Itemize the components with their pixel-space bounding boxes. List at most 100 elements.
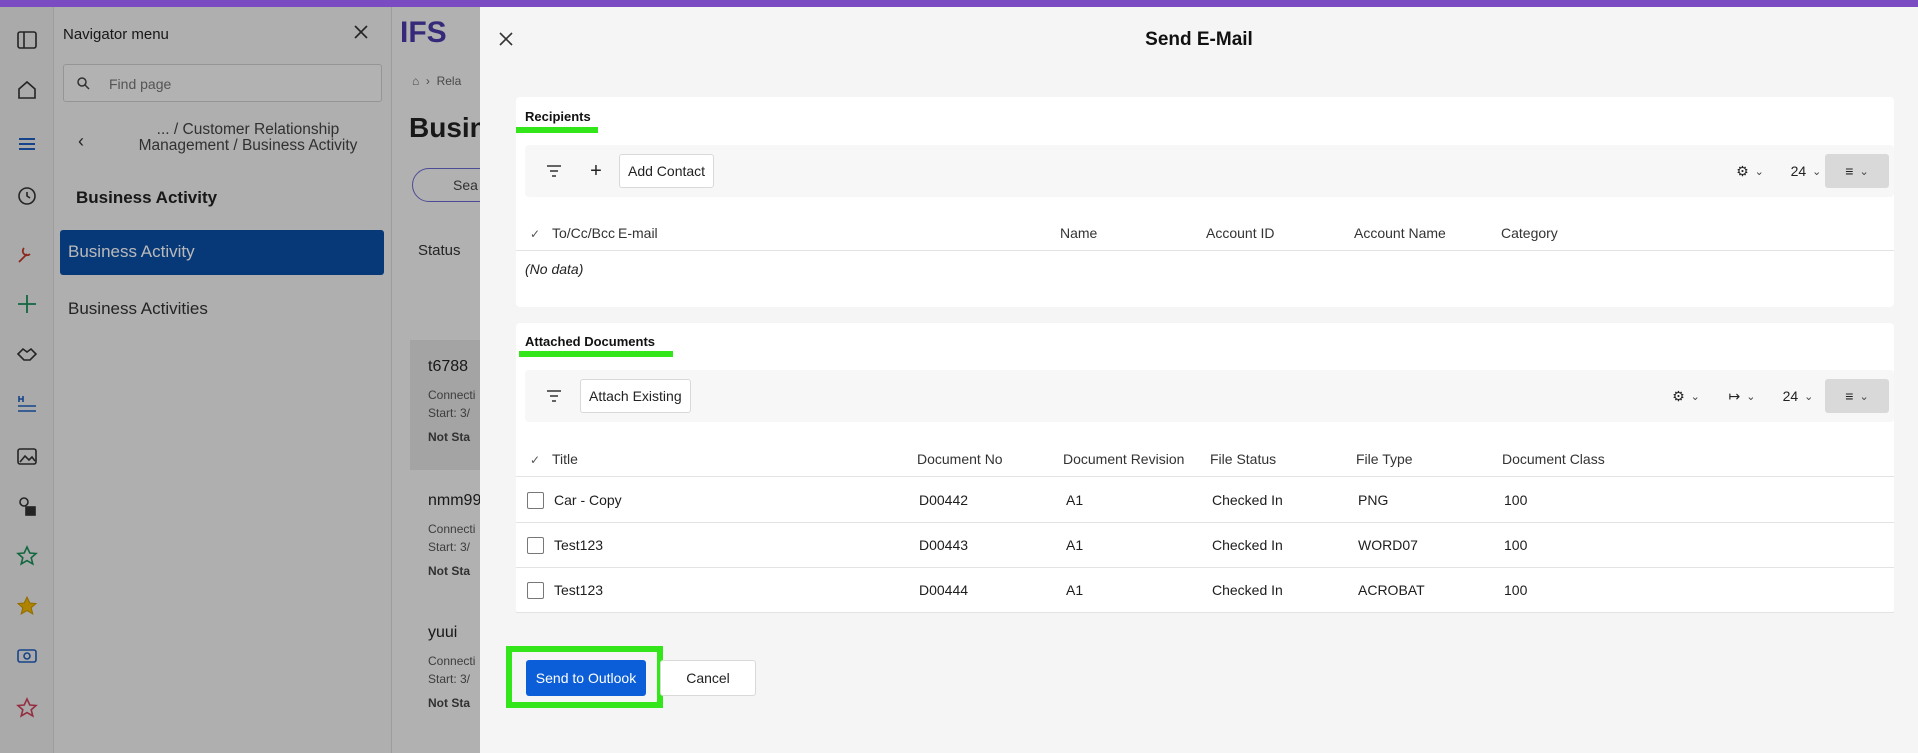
- cell-revision: A1: [1066, 492, 1084, 508]
- tools-icon[interactable]: [14, 241, 40, 267]
- sidebar-toggle-icon[interactable]: [14, 27, 40, 53]
- documents-header-row: ✓ Title Document No Document Revision Fi…: [516, 441, 1894, 477]
- background-status-filter: Status: [418, 242, 461, 259]
- column-header[interactable]: Title: [552, 451, 578, 467]
- menu-icon[interactable]: [14, 131, 40, 157]
- chevron-down-icon: ⌄: [1690, 390, 1700, 403]
- close-icon[interactable]: [350, 23, 372, 45]
- density-dropdown[interactable]: ≡ ⌄: [1825, 154, 1889, 188]
- navigator-panel: Navigator menu ‹ ... / Customer Relation…: [54, 7, 392, 753]
- add-icon[interactable]: +: [581, 154, 611, 188]
- cell-file-type: ACROBAT: [1358, 582, 1425, 598]
- background-crumb-text: Rela: [436, 74, 462, 88]
- settings-dropdown[interactable]: ⚙ ⌄: [1729, 154, 1771, 188]
- section-title: Business Activity: [76, 188, 218, 207]
- history-icon[interactable]: [14, 183, 40, 209]
- cell-file-type: PNG: [1358, 492, 1389, 508]
- column-header[interactable]: File Status: [1210, 451, 1276, 467]
- background-card-badge: Not Sta: [428, 430, 470, 444]
- select-all-check[interactable]: ✓: [530, 227, 540, 241]
- background-card-id: t6788: [428, 358, 469, 375]
- background-card-line: Connecti: [428, 388, 476, 402]
- star-filled-icon[interactable]: [14, 593, 40, 619]
- recipients-title: Recipients: [525, 109, 591, 124]
- top-accent-bar: [0, 0, 1918, 7]
- highlight-underline: [519, 351, 673, 357]
- handshake-icon[interactable]: [14, 341, 40, 367]
- row-checkbox[interactable]: [527, 537, 544, 554]
- cell-document-class: 100: [1504, 582, 1528, 598]
- ifs-logo: IFS: [400, 16, 447, 49]
- chevron-down-icon: ⌄: [1859, 165, 1869, 178]
- heading-icon[interactable]: [14, 391, 40, 417]
- nav-item-business-activity[interactable]: Business Activity: [60, 230, 384, 275]
- cell-file-type: WORD07: [1358, 537, 1418, 553]
- cell-title: Test123: [554, 537, 604, 553]
- column-header[interactable]: Account ID: [1206, 225, 1274, 241]
- filter-icon[interactable]: [539, 154, 569, 188]
- background-card-line: Connecti: [428, 654, 476, 668]
- column-header[interactable]: E-mail: [618, 225, 658, 241]
- select-all-check[interactable]: ✓: [530, 453, 540, 467]
- breadcrumb[interactable]: ... / Customer Relationship Management /…: [114, 122, 382, 154]
- gear-icon: ⚙: [1672, 387, 1685, 404]
- attach-existing-button[interactable]: Attach Existing: [580, 379, 691, 413]
- column-header[interactable]: File Type: [1356, 451, 1413, 467]
- background-card-line: Start: 3/: [428, 672, 471, 686]
- gear-icon: ⚙: [1736, 162, 1749, 179]
- lines-icon: ≡: [1845, 388, 1854, 404]
- filter-icon[interactable]: [539, 379, 569, 413]
- row-checkbox[interactable]: [527, 492, 544, 509]
- cell-document-no: D00442: [919, 492, 969, 508]
- page-size-dropdown[interactable]: 24 ⌄: [1785, 154, 1827, 188]
- home-icon[interactable]: [14, 77, 40, 103]
- table-row[interactable]: Test123 D00443 A1 Checked In WORD07 100: [516, 523, 1894, 568]
- chevron-down-icon: ⌄: [1754, 165, 1764, 178]
- chevron-down-icon: ⌄: [1804, 390, 1814, 403]
- star-outline-red-icon[interactable]: [14, 695, 40, 721]
- cell-revision: A1: [1066, 582, 1084, 598]
- background-card-line: Start: 3/: [428, 540, 471, 554]
- money-icon[interactable]: [14, 643, 40, 669]
- send-to-outlook-button[interactable]: Send to Outlook: [526, 660, 646, 696]
- lines-icon: ≡: [1845, 163, 1854, 179]
- add-contact-button[interactable]: Add Contact: [619, 154, 715, 188]
- home-icon: ⌂: [412, 74, 420, 88]
- column-header[interactable]: Document No: [917, 451, 1003, 467]
- cancel-button[interactable]: Cancel: [660, 660, 756, 696]
- background-crumb: ⌂ › Rela: [412, 74, 462, 88]
- user-lock-icon[interactable]: [14, 493, 40, 519]
- nav-item-business-activities[interactable]: Business Activities: [68, 299, 208, 319]
- column-header[interactable]: To/Cc/Bcc: [552, 225, 615, 241]
- navigator-title: Navigator menu: [63, 26, 169, 43]
- column-header[interactable]: Account Name: [1354, 225, 1446, 241]
- empty-state: (No data): [525, 261, 584, 277]
- column-header[interactable]: Name: [1060, 225, 1097, 241]
- cell-title: Car - Copy: [554, 492, 622, 508]
- table-row[interactable]: Car - Copy D00442 A1 Checked In PNG 100: [516, 478, 1894, 523]
- page-size-value: 24: [1790, 163, 1807, 179]
- column-header[interactable]: Document Class: [1502, 451, 1605, 467]
- cell-document-class: 100: [1504, 492, 1528, 508]
- settings-dropdown[interactable]: ⚙ ⌄: [1665, 379, 1707, 413]
- search-input[interactable]: [109, 73, 369, 95]
- background-card-line: Start: 3/: [428, 406, 471, 420]
- export-dropdown[interactable]: ↦ ⌄: [1721, 379, 1763, 413]
- column-header[interactable]: Document Revision: [1063, 451, 1184, 467]
- column-header[interactable]: Category: [1501, 225, 1558, 241]
- send-email-dialog: Send E-Mail Recipients + Add Contact ⚙ ⌄ …: [480, 7, 1918, 753]
- chevron-down-icon: ⌄: [1812, 165, 1822, 178]
- documents-panel: Attached Documents Attach Existing ⚙ ⌄ ↦ ⌄…: [516, 323, 1894, 613]
- background-card-badge: Not Sta: [428, 564, 470, 578]
- density-dropdown[interactable]: ≡ ⌄: [1825, 379, 1889, 413]
- move-icon[interactable]: [14, 291, 40, 317]
- back-chevron-icon[interactable]: ‹: [78, 131, 84, 152]
- image-icon[interactable]: [14, 443, 40, 469]
- documents-title: Attached Documents: [525, 334, 656, 349]
- page-size-dropdown[interactable]: 24 ⌄: [1777, 379, 1819, 413]
- star-outline-green-icon[interactable]: [14, 543, 40, 569]
- table-row[interactable]: Test123 D00444 A1 Checked In ACROBAT 100: [516, 568, 1894, 613]
- row-checkbox[interactable]: [527, 582, 544, 599]
- recipients-header-row: ✓ To/Cc/Bcc E-mail Name Account ID Accou…: [516, 215, 1894, 251]
- cell-document-no: D00443: [919, 537, 969, 553]
